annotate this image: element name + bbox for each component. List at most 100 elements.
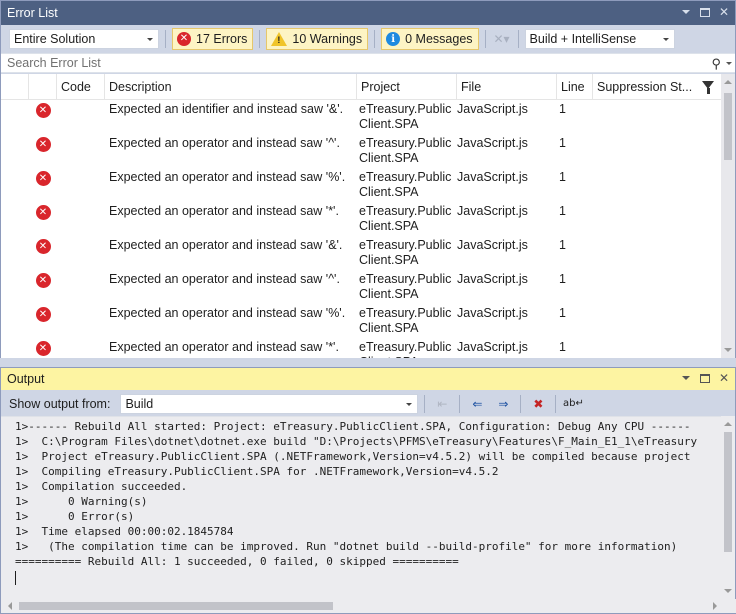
suppression-state-cell <box>593 304 723 338</box>
scroll-right-arrow-icon[interactable] <box>713 602 717 610</box>
search-options-dropdown-icon[interactable] <box>726 62 732 65</box>
severity-cell: ✕ <box>29 202 57 236</box>
error-row[interactable]: ✕ Expected an identifier and instead saw … <box>1 100 723 134</box>
clear-all-button[interactable]: ✖ <box>527 394 549 414</box>
suppression-state-cell <box>593 236 723 270</box>
column-header-select[interactable] <box>1 74 29 100</box>
error-list-title-bar[interactable]: Error List ✕ <box>1 1 735 25</box>
output-vertical-scrollbar[interactable] <box>721 416 735 599</box>
info-icon: i <box>386 32 401 46</box>
clear-filter-button[interactable]: ✕▾ <box>492 30 512 48</box>
maximize-button[interactable] <box>698 370 712 386</box>
filter-icon[interactable] <box>702 81 714 94</box>
error-icon: ✕ <box>35 205 51 220</box>
output-text: 1>------ Rebuild All started: Project: e… <box>15 420 698 568</box>
row-select-cell <box>1 134 29 168</box>
code-cell <box>57 168 105 202</box>
error-row[interactable]: ✕ Expected an operator and instead saw '^… <box>1 134 723 168</box>
code-cell <box>57 202 105 236</box>
errors-filter-button[interactable]: ✕ 17 Errors <box>172 28 254 50</box>
close-button[interactable]: ✕ <box>717 370 731 386</box>
dropdown-arrow-icon <box>682 376 690 380</box>
severity-cell: ✕ <box>29 168 57 202</box>
line-cell: 1 <box>559 340 566 354</box>
window-position-dropdown-button[interactable] <box>679 370 693 386</box>
project-cell: eTreasury.PublicClient.SPA <box>359 238 452 267</box>
output-horizontal-scrollbar[interactable] <box>1 599 736 613</box>
chevron-down-icon <box>406 402 413 406</box>
chevron-down-icon <box>662 38 669 41</box>
warnings-filter-button[interactable]: ! 10 Warnings <box>266 28 369 50</box>
search-error-list-input[interactable] <box>7 56 687 70</box>
project-cell: eTreasury.PublicClient.SPA <box>359 306 452 335</box>
error-row[interactable]: ✕ Expected an operator and instead saw '^… <box>1 270 723 304</box>
file-cell: JavaScript.js <box>457 340 528 354</box>
scroll-down-arrow-icon[interactable] <box>724 589 732 593</box>
output-text-area[interactable]: 1>------ Rebuild All started: Project: e… <box>1 416 723 599</box>
severity-cell: ✕ <box>29 100 57 134</box>
scrollbar-thumb[interactable] <box>724 93 732 160</box>
toolbar-separator <box>484 30 486 48</box>
toolbar-separator <box>165 30 166 48</box>
scroll-up-arrow-icon[interactable] <box>724 422 732 426</box>
row-select-cell <box>1 270 29 304</box>
file-cell: JavaScript.js <box>457 272 528 286</box>
scroll-down-arrow-icon[interactable] <box>724 348 732 352</box>
output-toolbar: Show output from: Build ⇤ ⇐ ⇒ ✖ ab↵ <box>1 391 735 416</box>
error-icon: ✕ <box>35 137 51 152</box>
suppression-state-cell <box>593 202 723 236</box>
go-to-previous-message-button[interactable]: ⇐ <box>466 394 488 414</box>
error-row[interactable]: ✕ Expected an operator and instead saw '%… <box>1 304 723 338</box>
description-cell: Expected an operator and instead saw '&'… <box>109 238 343 252</box>
scope-dropdown[interactable]: Entire Solution <box>9 29 159 49</box>
go-to-next-message-button[interactable]: ⇒ <box>492 394 514 414</box>
column-header-severity[interactable] <box>29 74 57 100</box>
find-in-code-icon: ⇤ <box>437 396 448 411</box>
column-header-description[interactable]: Description <box>105 74 357 100</box>
line-cell: 1 <box>559 238 566 252</box>
scrollbar-thumb[interactable] <box>19 602 333 610</box>
description-cell: Expected an operator and instead saw '^'… <box>109 272 340 286</box>
column-header-suppression-state[interactable]: Suppression St... <box>593 74 723 100</box>
close-button[interactable]: ✕ <box>717 4 731 20</box>
scope-dropdown-value: Entire Solution <box>14 32 96 46</box>
project-cell: eTreasury.PublicClient.SPA <box>359 340 452 358</box>
column-header-line[interactable]: Line <box>557 74 593 100</box>
row-select-cell <box>1 168 29 202</box>
error-icon: ✕ <box>35 103 51 118</box>
error-list-vertical-scrollbar[interactable] <box>721 74 735 358</box>
line-cell: 1 <box>559 272 566 286</box>
error-row[interactable]: ✕ Expected an operator and instead saw '%… <box>1 168 723 202</box>
next-message-icon: ⇒ <box>498 396 509 411</box>
column-header-code[interactable]: Code <box>57 74 105 100</box>
error-row[interactable]: ✕ Expected an operator and instead saw '*… <box>1 202 723 236</box>
toggle-word-wrap-button[interactable]: ab↵ <box>562 394 584 414</box>
close-icon: ✕ <box>718 371 730 385</box>
toolbar-separator <box>459 394 461 413</box>
window-position-dropdown-button[interactable] <box>679 4 693 20</box>
file-cell: JavaScript.js <box>457 102 528 116</box>
output-title-bar[interactable]: Output ✕ <box>1 368 735 390</box>
error-icon: ✕ <box>35 273 51 288</box>
column-header-project[interactable]: Project <box>357 74 457 100</box>
output-source-dropdown[interactable]: Build <box>120 393 419 414</box>
build-source-dropdown[interactable]: Build + IntelliSense <box>524 29 675 49</box>
error-row[interactable]: ✕ Expected an operator and instead saw '&… <box>1 236 723 270</box>
error-icon: ✕ <box>35 341 51 356</box>
error-row[interactable]: ✕ Expected an operator and instead saw '*… <box>1 338 723 358</box>
toolbar-separator <box>555 394 557 413</box>
column-header-file[interactable]: File <box>457 74 557 100</box>
search-icon[interactable]: ⚲ <box>711 56 721 72</box>
error-icon: ✕ <box>177 32 191 46</box>
maximize-button[interactable] <box>698 4 712 20</box>
row-select-cell <box>1 100 29 134</box>
scroll-left-arrow-icon[interactable] <box>8 602 12 610</box>
error-list-title: Error List <box>7 6 58 20</box>
messages-filter-button[interactable]: i 0 Messages <box>381 28 479 50</box>
error-icon: ✕ <box>35 239 51 254</box>
error-icon: ✕ <box>35 307 51 322</box>
scrollbar-thumb[interactable] <box>724 432 732 552</box>
file-cell: JavaScript.js <box>457 136 528 150</box>
find-message-in-code-button[interactable]: ⇤ <box>431 394 453 414</box>
scroll-up-arrow-icon[interactable] <box>724 80 732 84</box>
